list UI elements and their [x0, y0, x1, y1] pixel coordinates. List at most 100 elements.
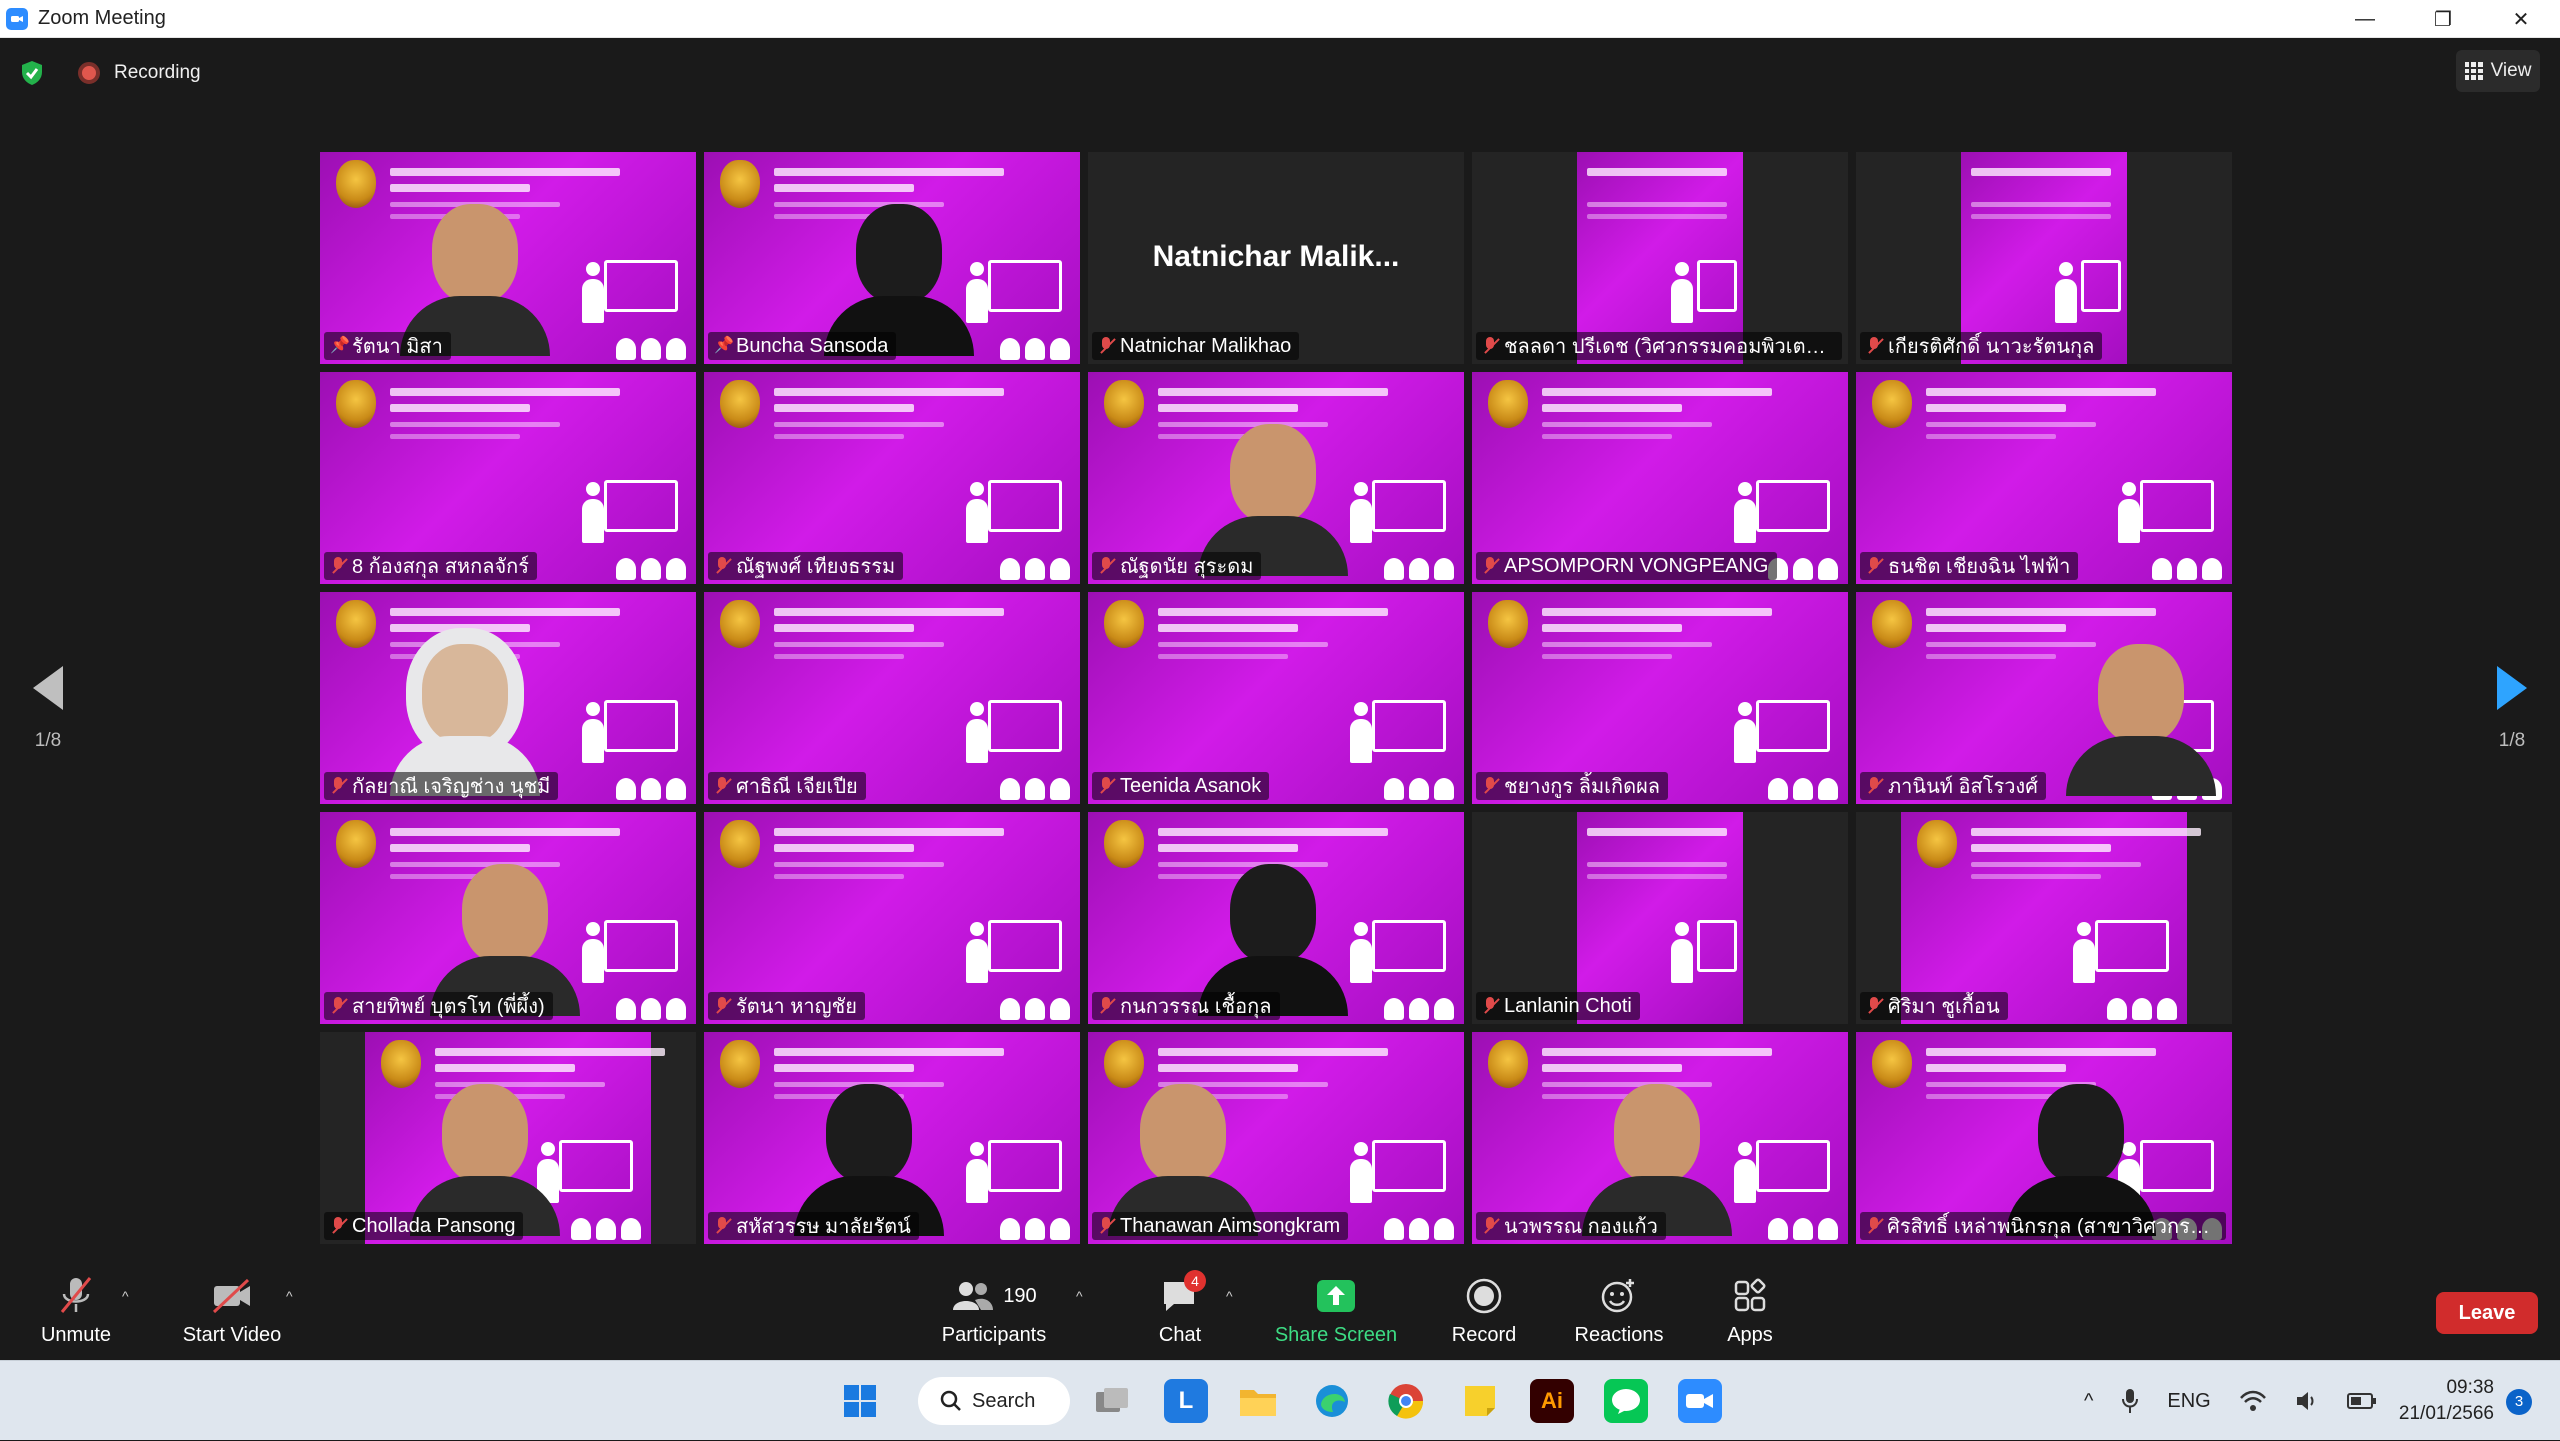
participants-caret-icon[interactable]: ^ — [1076, 1288, 1083, 1304]
recording-label[interactable]: Recording — [114, 62, 201, 84]
tray-overflow-chevron-icon[interactable]: ^ — [2084, 1390, 2093, 1413]
participant-tile[interactable]: 📌 Buncha Sansoda — [704, 152, 1080, 364]
start-video-button[interactable]: Start Video — [172, 1274, 292, 1347]
reactions-button[interactable]: Reactions — [1562, 1274, 1676, 1347]
chat-button[interactable]: 4 Chat — [1130, 1270, 1230, 1347]
participant-tile[interactable]: กนกวรรณ เชื้อกุล — [1088, 812, 1464, 1024]
record-button[interactable]: Record — [1436, 1274, 1532, 1347]
start-video-label: Start Video — [182, 1324, 282, 1346]
next-page-button[interactable]: 1/8 — [2492, 666, 2532, 752]
chat-icon: 4 — [1130, 1270, 1230, 1318]
leave-button[interactable]: Leave — [2436, 1292, 2538, 1334]
participant-tile[interactable]: ณัฐพงศ์ เทียงธรรม — [704, 372, 1080, 584]
participant-tile[interactable]: Thanawan Aimsongkram — [1088, 1032, 1464, 1244]
microphone-tray-icon[interactable] — [2121, 1387, 2139, 1415]
chat-caret-icon[interactable]: ^ — [1226, 1288, 1233, 1304]
students-icon — [1384, 558, 1454, 580]
participant-tile[interactable]: ภานินท์ อิสโรวงศ์ — [1856, 592, 2232, 804]
participant-tile[interactable]: ศิรสิทธิ์ เหล่าพนิกรกุล (สาขาวิศวกรรมเ..… — [1856, 1032, 2232, 1244]
participant-nameplate: ชลลดา ปรีเดช (วิศวกรรมคอมพิวเตอร์) — [1476, 332, 1842, 360]
security-shield-icon[interactable] — [20, 60, 44, 86]
participant-name: ณัฐดนัย สุระดม — [1120, 556, 1254, 578]
participant-tile[interactable]: รัตนา หาญชัย — [704, 812, 1080, 1024]
participant-tile[interactable]: Teenida Asanok — [1088, 592, 1464, 804]
view-label: View — [2490, 60, 2532, 81]
participant-nameplate: สายทิพย์ บุตรโท (พี่ผึ้ง) — [324, 992, 553, 1020]
windows-start-icon[interactable] — [838, 1379, 882, 1423]
university-crest-icon — [720, 380, 760, 428]
chrome-browser-icon[interactable] — [1384, 1379, 1428, 1423]
smiley-plus-icon — [1562, 1274, 1676, 1318]
participant-tile[interactable]: สายทิพย์ บุตรโท (พี่ผึ้ง) — [320, 812, 696, 1024]
prev-page-button[interactable]: 1/8 — [28, 666, 68, 752]
participant-tile[interactable]: ศิริมา ชูเกื้อน — [1856, 812, 2232, 1024]
participants-icon: 190 — [938, 1274, 1050, 1318]
participant-nameplate: กัลยาณี เจริญช่าง นุชมี — [324, 772, 559, 800]
view-button[interactable]: View — [2456, 50, 2540, 92]
participant-tile[interactable]: ชลลดา ปรีเดช (วิศวกรรมคอมพิวเตอร์) — [1472, 152, 1848, 364]
teacher-icon — [2118, 482, 2140, 546]
minimize-button[interactable]: — — [2326, 0, 2404, 38]
participant-tile[interactable]: ธนชิต เชียงฉิน ไฟฟ้า — [1856, 372, 2232, 584]
participant-tile[interactable]: 📌 รัตนา มิสา — [320, 152, 696, 364]
close-button[interactable]: ✕ — [2482, 0, 2560, 38]
participants-button[interactable]: 190 Participants — [938, 1274, 1050, 1347]
teacher-icon — [2073, 922, 2095, 986]
participant-tile[interactable]: 8 ก้องสกุล สหกลจักร์ — [320, 372, 696, 584]
window-title: Zoom Meeting — [38, 7, 166, 29]
share-screen-button[interactable]: Share Screen — [1268, 1274, 1404, 1347]
participant-nameplate: สหัสวรรษ มาลัยรัตน์ — [708, 1212, 919, 1240]
zoom-taskbar-icon[interactable] — [1678, 1379, 1722, 1423]
grid-view-icon — [2464, 62, 2483, 80]
participant-tile[interactable]: Lanlanin Choti — [1472, 812, 1848, 1024]
taskbar-search[interactable]: Search — [918, 1377, 1070, 1425]
participant-tile[interactable]: Chollada Pansong — [320, 1032, 696, 1244]
restore-button[interactable]: ❐ — [2404, 0, 2482, 38]
zoom-app-icon — [6, 7, 28, 30]
adobe-illustrator-icon[interactable]: Ai — [1530, 1379, 1574, 1423]
notification-badge[interactable]: 3 — [2506, 1389, 2532, 1415]
participant-name: สหัสวรรษ มาลัยรัตน์ — [736, 1216, 911, 1238]
record-label: Record — [1451, 1324, 1517, 1346]
participant-tile[interactable]: ณัฐดนัย สุระดม — [1088, 372, 1464, 584]
lens-app-icon[interactable]: L — [1164, 1379, 1208, 1423]
participant-nameplate: APSOMPORN VONGPEANG — [1476, 552, 1777, 580]
whiteboard-icon — [604, 480, 678, 532]
edge-browser-icon[interactable] — [1310, 1379, 1354, 1423]
university-crest-icon — [336, 160, 376, 208]
participant-name: ชลลดา ปรีเดช (วิศวกรรมคอมพิวเตอร์) — [1503, 336, 1834, 358]
participant-name: ศาธิณี เจียเปีย — [736, 776, 858, 798]
participant-tile[interactable]: กัลยาณี เจริญช่าง นุชมี — [320, 592, 696, 804]
mic-muted-icon — [1482, 1217, 1498, 1235]
participant-name: นวพรรณ กองแก้ว — [1504, 1216, 1658, 1238]
participant-tile[interactable]: ชยางกูร ลิ้มเกิดผล — [1472, 592, 1848, 804]
mic-muted-icon — [1482, 557, 1498, 575]
whiteboard-icon — [988, 700, 1062, 752]
apps-icon — [1710, 1274, 1790, 1318]
participant-tile[interactable]: สหัสวรรษ มาลัยรัตน์ — [704, 1032, 1080, 1244]
line-app-icon[interactable] — [1604, 1379, 1648, 1423]
language-indicator[interactable]: ENG — [2167, 1390, 2210, 1413]
wifi-icon[interactable] — [2239, 1389, 2267, 1413]
video-options-caret-icon[interactable]: ^ — [286, 1288, 293, 1304]
taskbar-clock[interactable]: 09:38 21/01/2566 — [2399, 1375, 2494, 1427]
participant-tile[interactable]: APSOMPORN VONGPEANG — [1472, 372, 1848, 584]
volume-icon[interactable] — [2295, 1389, 2319, 1413]
whiteboard-icon — [988, 920, 1062, 972]
task-view-icon[interactable] — [1090, 1379, 1134, 1423]
battery-icon[interactable] — [2346, 1391, 2377, 1411]
participant-tile[interactable]: ศาธิณี เจียเปีย — [704, 592, 1080, 804]
participant-tile[interactable]: เกียรติศักดิ์ นาวะรัตนกุล — [1856, 152, 2232, 364]
sticky-notes-icon[interactable] — [1458, 1379, 1502, 1423]
students-icon — [616, 998, 686, 1020]
apps-button[interactable]: Apps — [1710, 1274, 1790, 1347]
participant-name: กัลยาณี เจริญช่าง นุชมี — [352, 776, 551, 798]
participant-tile[interactable]: Natnichar Malik... Natnichar Malikhao — [1088, 152, 1464, 364]
audio-options-caret-icon[interactable]: ^ — [122, 1288, 129, 1304]
video-gallery: 📌 รัตนา มิสา 📌 Buncha Sansoda Natnichar Mali… — [320, 152, 2236, 1284]
file-explorer-icon[interactable] — [1236, 1379, 1280, 1423]
participant-name: สายทิพย์ บุตรโท (พี่ผึ้ง) — [352, 996, 545, 1018]
unmute-button[interactable]: Unmute — [28, 1274, 124, 1347]
pin-icon: 📌 — [330, 337, 350, 354]
participant-tile[interactable]: นวพรรณ กองแก้ว — [1472, 1032, 1848, 1244]
